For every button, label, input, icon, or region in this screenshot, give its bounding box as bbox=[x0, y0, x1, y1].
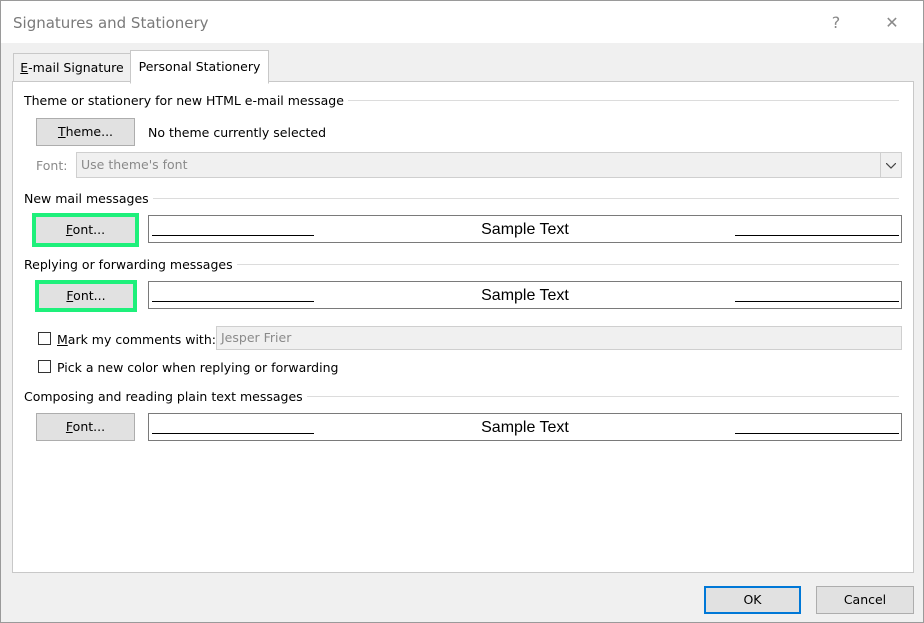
plain-font-button[interactable]: Font... bbox=[36, 413, 135, 441]
tab-personal-stationery[interactable]: Personal Stationery bbox=[130, 50, 269, 84]
tab-email-signature-label: -mail Signature bbox=[28, 60, 124, 75]
reply-sample-text: Sample Text bbox=[481, 287, 569, 304]
plain-label: Composing and reading plain text message… bbox=[24, 389, 307, 404]
theme-button-label: heme... bbox=[65, 124, 114, 139]
theme-section-label: Theme or stationery for new HTML e-mail … bbox=[24, 93, 348, 108]
mark-comments-text: ark my comments with: bbox=[67, 332, 216, 347]
tab-personal-stationery-label: Personal Stationery bbox=[138, 59, 261, 74]
pick-color-label: Pick a new color when replying or forwar… bbox=[57, 360, 339, 375]
sample-line-right bbox=[735, 301, 899, 302]
close-icon[interactable]: ✕ bbox=[877, 11, 907, 35]
font-select-label: Font: bbox=[36, 158, 68, 173]
reply-sample-box: Sample Text bbox=[148, 281, 902, 309]
title-bar: Signatures and Stationery ? ✕ bbox=[1, 1, 923, 43]
reply-label: Replying or forwarding messages bbox=[24, 257, 237, 272]
new-mail-sample-box: Sample Text bbox=[148, 215, 902, 243]
help-icon[interactable]: ? bbox=[821, 11, 851, 35]
pick-color-checkbox[interactable] bbox=[38, 360, 51, 373]
plain-font-accel: F bbox=[65, 419, 73, 434]
plain-font-label: ont... bbox=[72, 419, 106, 434]
mark-comments-accel: M bbox=[57, 332, 68, 347]
theme-button-accel: T bbox=[57, 124, 66, 139]
chevron-down-icon[interactable] bbox=[880, 153, 901, 177]
new-mail-divider bbox=[24, 198, 899, 199]
plain-sample-text: Sample Text bbox=[481, 419, 569, 436]
new-mail-sample-text: Sample Text bbox=[481, 221, 569, 238]
new-mail-font-accel: F bbox=[65, 222, 73, 237]
mark-comments-label: Mark my comments with: bbox=[57, 332, 216, 347]
theme-status-text: No theme currently selected bbox=[148, 125, 327, 140]
new-mail-label: New mail messages bbox=[24, 191, 153, 206]
mark-comments-checkbox[interactable] bbox=[38, 332, 51, 345]
mark-comments-input[interactable]: Jesper Frier bbox=[216, 326, 902, 350]
ok-button[interactable]: OK bbox=[704, 586, 801, 614]
mark-comments-value: Jesper Frier bbox=[221, 330, 292, 345]
sample-line-right bbox=[735, 433, 899, 434]
cancel-button[interactable]: Cancel bbox=[816, 586, 914, 614]
theme-font-select[interactable]: Use theme's font bbox=[76, 152, 902, 178]
tab-email-signature-accel: E bbox=[20, 60, 29, 75]
tab-email-signature[interactable]: E-mail Signature bbox=[13, 53, 131, 82]
new-mail-font-label: ont... bbox=[72, 222, 106, 237]
theme-font-select-value: Use theme's font bbox=[81, 157, 188, 172]
sample-line-right bbox=[735, 235, 899, 236]
window-title: Signatures and Stationery bbox=[13, 14, 209, 32]
signatures-dialog: Signatures and Stationery ? ✕ E-mail Sig… bbox=[0, 0, 924, 623]
reply-font-button[interactable]: Font... bbox=[35, 280, 137, 312]
reply-font-label: ont... bbox=[73, 288, 106, 303]
plain-sample-box: Sample Text bbox=[148, 413, 902, 441]
theme-button[interactable]: Theme... bbox=[36, 118, 135, 146]
new-mail-font-button[interactable]: Font... bbox=[32, 213, 139, 247]
